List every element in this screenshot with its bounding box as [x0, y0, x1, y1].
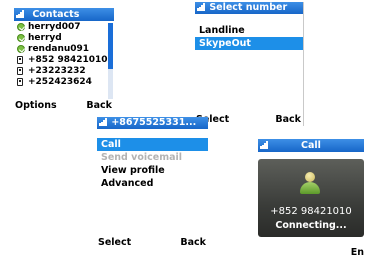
- back-softkey[interactable]: Back: [275, 114, 301, 126]
- softkey-bar: Options Back: [14, 100, 114, 112]
- online-status-icon: [17, 45, 25, 53]
- list-item[interactable]: rendanu091: [14, 44, 107, 55]
- contact-name: herryd: [28, 33, 62, 43]
- signal-strength-icon: [16, 10, 24, 18]
- softkey-bar: Select Back: [195, 114, 303, 126]
- back-softkey[interactable]: Back: [180, 237, 206, 249]
- online-status-icon: [17, 23, 25, 31]
- list-item[interactable]: +852 98421010: [14, 55, 108, 66]
- softkey-bar: Select Back: [97, 237, 208, 249]
- avatar-body: [300, 182, 320, 194]
- number-type-menu: Landline SkypeOut: [195, 24, 303, 50]
- calling-screen: Call +852 98421010 Connecting... En: [258, 139, 364, 259]
- menu-item-landline[interactable]: Landline: [195, 24, 303, 37]
- contacts-scrollbar[interactable]: [108, 23, 113, 99]
- contact-number: +23223232: [28, 66, 86, 76]
- list-item[interactable]: herryd007: [14, 22, 107, 33]
- contacts-title-bar: Contacts: [14, 8, 114, 21]
- list-item[interactable]: +23223232: [14, 66, 107, 77]
- calling-title: Call: [301, 140, 321, 151]
- signal-strength-icon: [99, 118, 107, 126]
- select-number-screen: Select number Landline SkypeOut Select B…: [195, 2, 304, 126]
- call-options-title: +8675525331...: [111, 117, 197, 128]
- online-status-icon: [17, 34, 25, 42]
- select-number-title-bar: Select number: [195, 2, 303, 14]
- contacts-title: Contacts: [32, 9, 80, 20]
- avatar-head: [305, 172, 315, 182]
- contact-list: herryd007 herryd rendanu091 +852 9842101…: [14, 22, 108, 88]
- menu-item-view-profile[interactable]: View profile: [97, 164, 208, 177]
- avatar: [299, 172, 321, 196]
- menu-item-call[interactable]: Call: [97, 138, 208, 151]
- call-status: Connecting...: [275, 220, 347, 231]
- call-options-title-bar: +8675525331...: [97, 117, 208, 129]
- end-call-softkey[interactable]: En: [351, 247, 364, 259]
- signal-strength-icon: [197, 3, 205, 11]
- phone-icon: [17, 78, 23, 86]
- call-panel: +852 98421010 Connecting...: [258, 159, 364, 237]
- contact-name: herryd007: [28, 22, 81, 32]
- call-options-menu: Call Send voicemail View profile Advance…: [97, 138, 208, 190]
- softkey-bar: En: [258, 247, 364, 259]
- call-number: +852 98421010: [270, 206, 352, 217]
- contact-number: +852 98421010: [28, 55, 108, 65]
- select-number-title: Select number: [209, 2, 288, 13]
- contact-name: rendanu091: [28, 44, 90, 54]
- menu-item-skypeout[interactable]: SkypeOut: [195, 37, 303, 50]
- list-item[interactable]: +252423624: [14, 77, 107, 88]
- menu-item-advanced[interactable]: Advanced: [97, 177, 208, 190]
- list-item[interactable]: herryd: [14, 33, 107, 44]
- options-softkey[interactable]: Options: [15, 100, 57, 112]
- back-softkey[interactable]: Back: [86, 100, 112, 112]
- menu-item-send-voicemail: Send voicemail: [101, 152, 183, 163]
- calling-title-bar: Call: [258, 139, 364, 152]
- select-softkey[interactable]: Select: [98, 237, 131, 249]
- phone-icon: [17, 67, 23, 75]
- phone-icon: [17, 56, 23, 64]
- call-options-screen: +8675525331... Call Send voicemail View …: [97, 117, 208, 249]
- scrollbar-thumb[interactable]: [108, 23, 113, 69]
- contacts-screen: Contacts herryd007 herryd rendanu091 +85…: [14, 8, 114, 112]
- contact-number: +252423624: [28, 77, 92, 87]
